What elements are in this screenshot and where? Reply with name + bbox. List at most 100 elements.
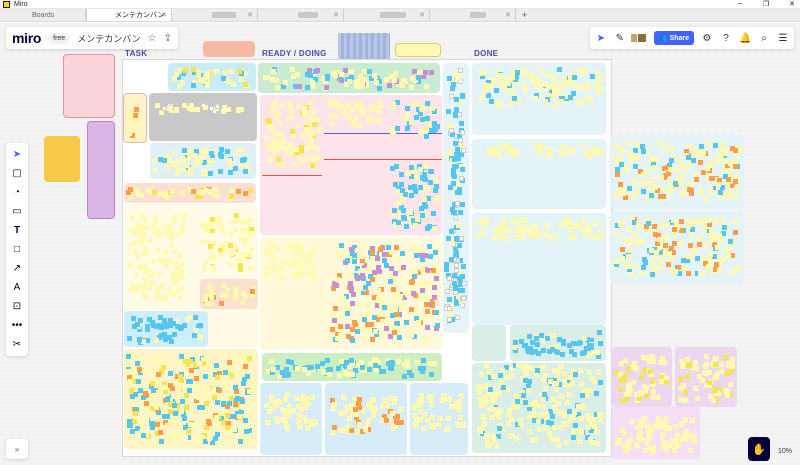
sticky-note[interactable] [444, 267, 450, 273]
sticky-note[interactable] [597, 230, 603, 236]
sticky-note[interactable] [202, 224, 208, 230]
sticky-note[interactable] [126, 104, 132, 110]
sticky-note[interactable] [266, 251, 272, 257]
sticky-note[interactable] [543, 411, 549, 417]
sticky-note[interactable] [224, 413, 230, 419]
sticky-note[interactable] [209, 223, 215, 229]
sticky-note[interactable] [371, 73, 377, 79]
sticky-note[interactable] [567, 94, 573, 100]
sticky-note[interactable] [225, 78, 231, 84]
sticky-note[interactable] [682, 390, 688, 396]
sticky-note[interactable] [393, 181, 399, 187]
sticky-note[interactable] [627, 141, 633, 147]
sticky-note[interactable] [412, 405, 418, 411]
minimize-icon[interactable]: ─ [734, 0, 746, 9]
sticky-note[interactable] [514, 435, 520, 441]
sticky-note[interactable] [433, 309, 439, 315]
sticky-note[interactable] [388, 333, 394, 339]
sticky-note[interactable] [727, 171, 733, 177]
sticky-note[interactable] [160, 282, 166, 288]
sticky-note[interactable] [637, 225, 643, 231]
sticky-note[interactable] [346, 415, 352, 421]
sticky-note[interactable] [536, 419, 542, 425]
sticky-note[interactable] [462, 280, 468, 286]
sticky-note[interactable] [567, 234, 573, 240]
sticky-note[interactable] [373, 405, 379, 411]
sticky-note[interactable] [330, 429, 336, 435]
sticky-note[interactable] [591, 424, 597, 430]
sticky-note[interactable] [420, 107, 426, 113]
sticky-note[interactable] [487, 386, 493, 392]
sticky-note[interactable] [234, 149, 240, 155]
sticky-note[interactable] [636, 391, 642, 397]
sticky-note[interactable] [476, 385, 482, 391]
sticky-note[interactable] [692, 219, 698, 225]
sticky-note[interactable] [453, 268, 459, 274]
sticky-note[interactable] [417, 184, 423, 190]
sticky-note[interactable] [497, 373, 503, 379]
sticky-note[interactable] [544, 71, 550, 77]
sticky-note[interactable] [137, 123, 143, 129]
sticky-note[interactable] [575, 341, 581, 347]
sticky-note[interactable] [449, 132, 455, 138]
sticky-note[interactable] [632, 262, 638, 268]
sticky-note[interactable] [720, 217, 726, 223]
sticky-note[interactable] [452, 163, 458, 169]
sticky-note[interactable] [678, 421, 684, 427]
sticky-note[interactable] [674, 432, 680, 438]
sticky-note[interactable] [525, 387, 531, 393]
sticky-note[interactable] [338, 243, 344, 249]
sticky-note[interactable] [645, 440, 651, 446]
sticky-note[interactable] [308, 99, 314, 105]
sticky-note[interactable] [566, 79, 572, 85]
sticky-note[interactable] [277, 162, 283, 168]
sticky-note[interactable] [292, 161, 298, 167]
collaborator-avatars[interactable] [629, 33, 647, 43]
sticky-note[interactable] [700, 378, 706, 384]
sticky-note[interactable] [131, 282, 137, 288]
sticky-note[interactable] [289, 108, 295, 114]
sticky-note[interactable] [198, 335, 204, 341]
sticky-note[interactable] [422, 335, 428, 341]
sticky-note[interactable] [637, 429, 643, 435]
sticky-note[interactable] [230, 249, 236, 255]
sticky-note[interactable] [141, 250, 147, 256]
sticky-note[interactable] [721, 168, 727, 174]
sticky-note[interactable] [315, 363, 321, 369]
sticky-note[interactable] [694, 256, 700, 262]
sticky-note[interactable] [380, 309, 386, 315]
sticky-note[interactable] [580, 405, 586, 411]
sticky-note[interactable] [510, 217, 516, 223]
sticky-note[interactable] [620, 191, 626, 197]
sticky-note[interactable] [129, 215, 135, 221]
sticky-note[interactable] [359, 273, 365, 279]
sticky-note[interactable] [543, 98, 549, 104]
sticky-note[interactable] [542, 385, 548, 391]
help-icon[interactable]: ? [720, 33, 732, 44]
sticky-note[interactable] [237, 439, 243, 445]
sticky-note[interactable] [424, 115, 430, 121]
sticky-note[interactable] [163, 249, 169, 255]
sticky-note[interactable] [401, 215, 407, 221]
sticky-note[interactable] [532, 411, 538, 417]
sticky-note[interactable] [617, 386, 623, 392]
sticky-note[interactable] [225, 287, 231, 293]
sticky-note[interactable] [316, 127, 322, 133]
sticky-note[interactable] [320, 368, 326, 374]
sticky-note[interactable] [619, 361, 625, 367]
sticky-note[interactable] [503, 235, 509, 241]
sticky-note[interactable] [490, 146, 496, 152]
sticky-note[interactable] [361, 409, 367, 415]
sticky-note[interactable] [377, 247, 383, 253]
sticky-note[interactable] [172, 432, 178, 438]
sticky-note[interactable] [623, 396, 629, 402]
legend-note-purple[interactable] [87, 121, 115, 219]
sticky-note[interactable] [128, 241, 134, 247]
sticky-note[interactable] [626, 444, 632, 450]
sticky-note[interactable] [179, 80, 185, 86]
sticky-note[interactable] [394, 413, 400, 419]
sticky-note[interactable] [585, 424, 591, 430]
sticky-note[interactable] [646, 228, 652, 234]
sticky-note[interactable] [207, 244, 213, 250]
sticky-note[interactable] [280, 369, 286, 375]
